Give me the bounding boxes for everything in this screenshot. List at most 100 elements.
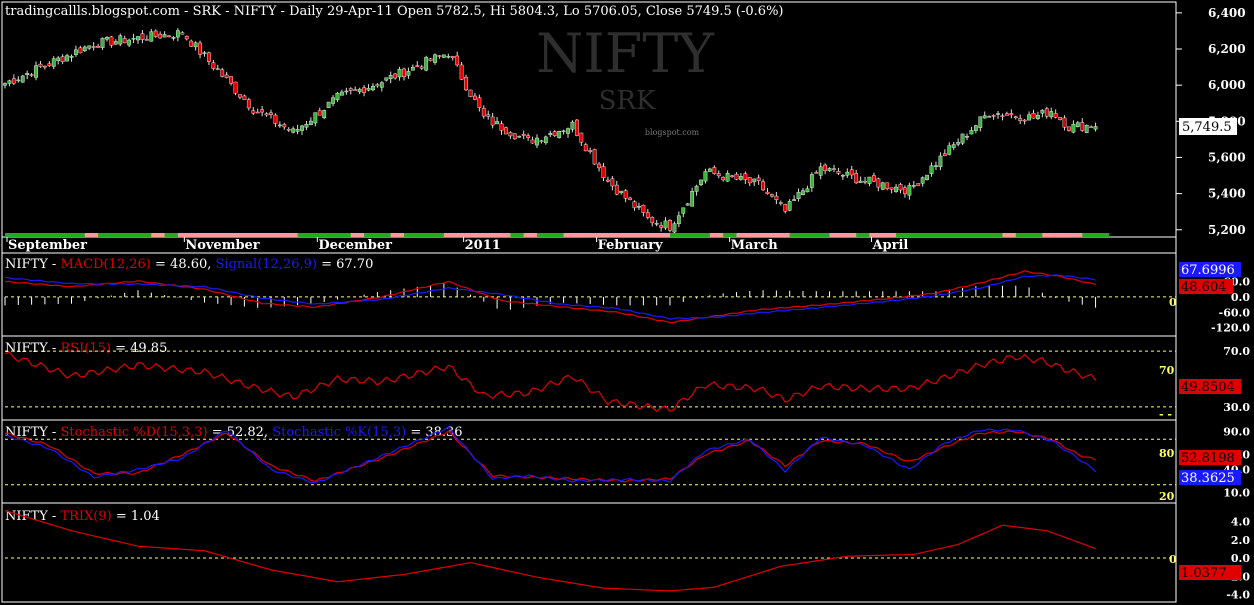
candle-body	[920, 177, 925, 184]
date-strip-segment	[244, 233, 259, 237]
trix-zero-label: 0	[1169, 553, 1177, 566]
candle-body	[681, 207, 686, 214]
candle-body	[1053, 113, 1058, 118]
candle-body	[277, 124, 282, 127]
candle-body	[650, 216, 655, 223]
candle-body	[198, 42, 202, 55]
macd-legend: NIFTY - MACD(12,26) = 48.60, Signal(12,2…	[5, 257, 373, 272]
candle-body	[809, 174, 814, 188]
price-tick-label: 5,600	[1208, 150, 1246, 164]
candle-body	[69, 55, 74, 58]
candle-body	[934, 165, 938, 167]
candle-body	[787, 201, 792, 211]
candle-body	[397, 69, 402, 78]
date-strip-segment	[816, 233, 831, 237]
candle-body	[690, 191, 695, 207]
candle-body	[765, 191, 770, 194]
candle-body	[951, 144, 956, 148]
candle-body	[109, 36, 114, 46]
date-strip-segment	[84, 233, 99, 237]
date-color-strip	[5, 233, 1110, 237]
candle-body	[1018, 118, 1023, 121]
candle-body	[1089, 126, 1094, 129]
candle-body	[459, 64, 464, 80]
candle-body	[74, 49, 78, 55]
candle-body	[1067, 126, 1071, 131]
candle-body	[167, 35, 171, 38]
month-labels: September November December 2011 February Mar…	[6, 237, 908, 253]
date-strip-segment	[1029, 233, 1043, 237]
candle-body	[707, 168, 712, 172]
candle-body	[712, 167, 717, 174]
candle-body	[233, 81, 238, 94]
candle-body	[907, 185, 912, 196]
watermark-subtitle: SRK	[599, 86, 656, 116]
candle-body	[25, 73, 30, 75]
candle-body	[490, 116, 495, 126]
candle-body	[140, 33, 145, 40]
candle-body	[676, 215, 681, 225]
candle-body	[774, 195, 779, 200]
candle-body	[1044, 108, 1049, 117]
candle-body	[991, 115, 996, 117]
candle-body	[118, 35, 123, 45]
stock-chart[interactable]: NIFTY SRK blogspot.com tradingcallls.blo…	[0, 0, 1254, 605]
candle-body	[574, 119, 579, 136]
date-strip-segment	[231, 233, 245, 237]
chart-title: tradingcallls.blogspot.com - SRK - NIFTY…	[5, 4, 784, 19]
watermark-title: NIFTY	[536, 22, 715, 85]
candle-body	[433, 54, 437, 63]
candle-body	[645, 212, 650, 218]
date-strip-segment	[98, 233, 112, 237]
candle-body	[947, 145, 952, 155]
candle-body	[867, 176, 872, 184]
candle-body	[1027, 114, 1031, 121]
trix-value: = 1.04	[112, 509, 160, 524]
candle-body	[783, 204, 788, 212]
candle-body	[1036, 115, 1040, 119]
date-strip-segment	[683, 233, 698, 237]
candle-body	[437, 55, 442, 57]
candle-body	[987, 116, 992, 118]
candle-body	[597, 163, 601, 169]
candle-body	[353, 89, 358, 91]
candle-body	[131, 37, 136, 40]
candle-body	[34, 65, 38, 78]
candle-body	[158, 33, 163, 39]
candle-body	[557, 131, 562, 139]
date-strip-segment	[922, 233, 937, 237]
date-strip-segment	[364, 233, 378, 237]
candle-body	[300, 125, 304, 131]
axis-tick-label: -4.0	[1226, 589, 1250, 602]
date-strip-segment	[1082, 233, 1097, 237]
candle-body	[916, 183, 921, 186]
series-line-0	[4, 351, 1097, 413]
date-strip-segment	[576, 233, 591, 237]
candle-body	[583, 144, 588, 152]
candle-body	[3, 83, 7, 86]
date-strip-segment	[151, 233, 166, 237]
candle-body	[1031, 113, 1036, 119]
candle-body	[894, 186, 898, 193]
series-line-0	[4, 510, 1096, 592]
date-strip-segment	[643, 233, 658, 237]
candle-body	[450, 56, 455, 59]
stoch-prefix: NIFTY -	[5, 425, 60, 440]
stoch-legend: NIFTY - Stochastic %D(15,3,3) = 52.82, S…	[5, 425, 463, 440]
trix-tag: 1.0377	[1181, 566, 1227, 581]
candle-body	[526, 135, 531, 138]
candle-body	[628, 197, 632, 200]
date-strip-segment	[882, 233, 897, 237]
candle-body	[858, 180, 863, 184]
candle-body	[189, 40, 194, 47]
candle-body	[331, 97, 335, 104]
date-strip-segment	[802, 233, 817, 237]
candle-body	[481, 108, 486, 117]
date-strip-segment	[497, 233, 511, 237]
date-strip-segment	[789, 233, 804, 237]
candle-body	[42, 65, 47, 68]
candle-body	[304, 123, 309, 128]
candle-body	[207, 52, 211, 62]
candle-body	[215, 68, 220, 70]
date-strip-segment	[137, 233, 152, 237]
